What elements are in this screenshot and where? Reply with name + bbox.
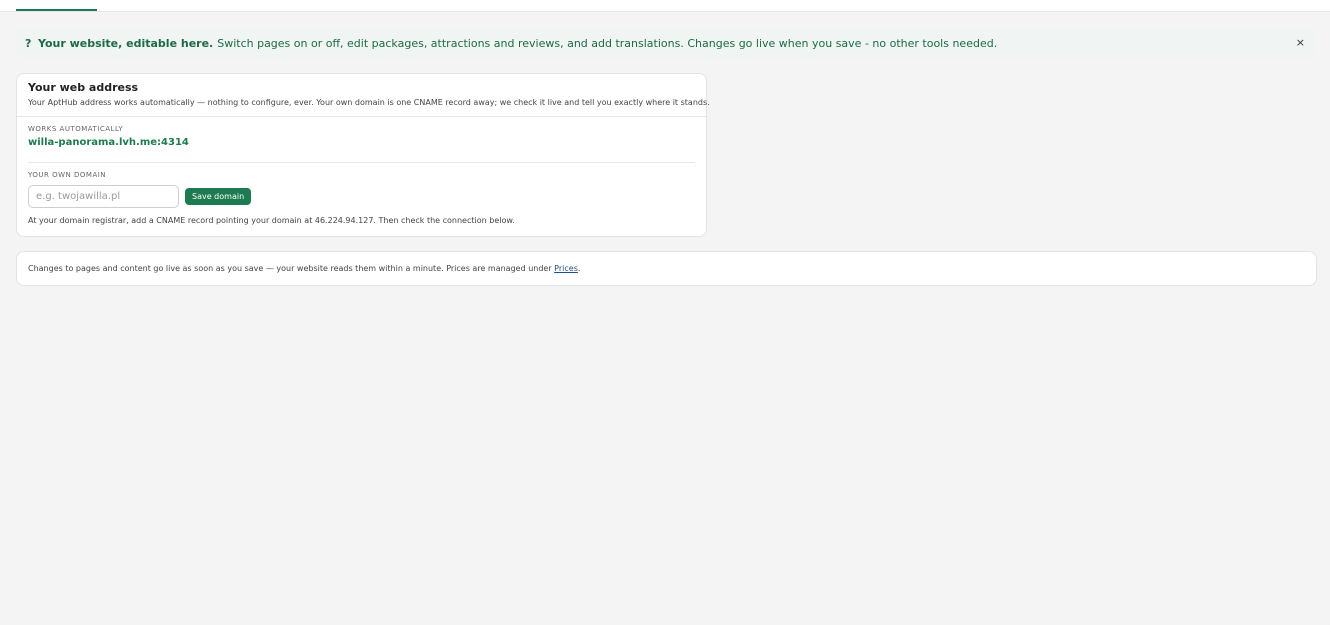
top-nav-bar <box>0 0 1330 12</box>
prices-link[interactable]: Prices <box>554 264 578 273</box>
card-title: Your web address <box>28 81 139 94</box>
own-domain-input[interactable] <box>28 185 179 208</box>
info-banner: ? Your website, editable here. Switch pa… <box>16 28 1317 58</box>
banner-text: Switch pages on or off, edit packages, a… <box>217 36 998 50</box>
auto-domain-value: willa-panorama.lvh.me:4314 <box>28 137 189 148</box>
changes-note-card: Changes to pages and content go live as … <box>16 251 1317 286</box>
banner-heading: Your website, editable here. <box>38 36 214 50</box>
web-address-card: Your web address Your AptHub address wor… <box>16 73 710 237</box>
note-suffix: . <box>577 264 581 273</box>
own-domain-label: YOUR OWN DOMAIN <box>28 171 107 179</box>
cname-hint: At your domain registrar, add a CNAME re… <box>28 216 515 225</box>
card-header: Your web address Your AptHub address wor… <box>17 74 710 117</box>
auto-domain-label: WORKS AUTOMATICALLY <box>28 125 124 133</box>
help-icon: ? <box>25 36 32 50</box>
active-tab-indicator <box>16 9 97 11</box>
close-icon[interactable]: × <box>1296 36 1305 49</box>
card-description: Your AptHub address works automatically … <box>28 98 710 107</box>
note-text: Changes to pages and content go live as … <box>28 264 555 273</box>
save-domain-button[interactable]: Save domain <box>185 188 252 205</box>
own-domain-input-row: Save domain <box>28 185 695 208</box>
own-domain-section: YOUR OWN DOMAIN Save domain At your doma… <box>17 163 706 227</box>
note-text-line: Changes to pages and content go live as … <box>28 264 580 273</box>
auto-domain-section: WORKS AUTOMATICALLY willa-panorama.lvh.m… <box>28 117 695 163</box>
